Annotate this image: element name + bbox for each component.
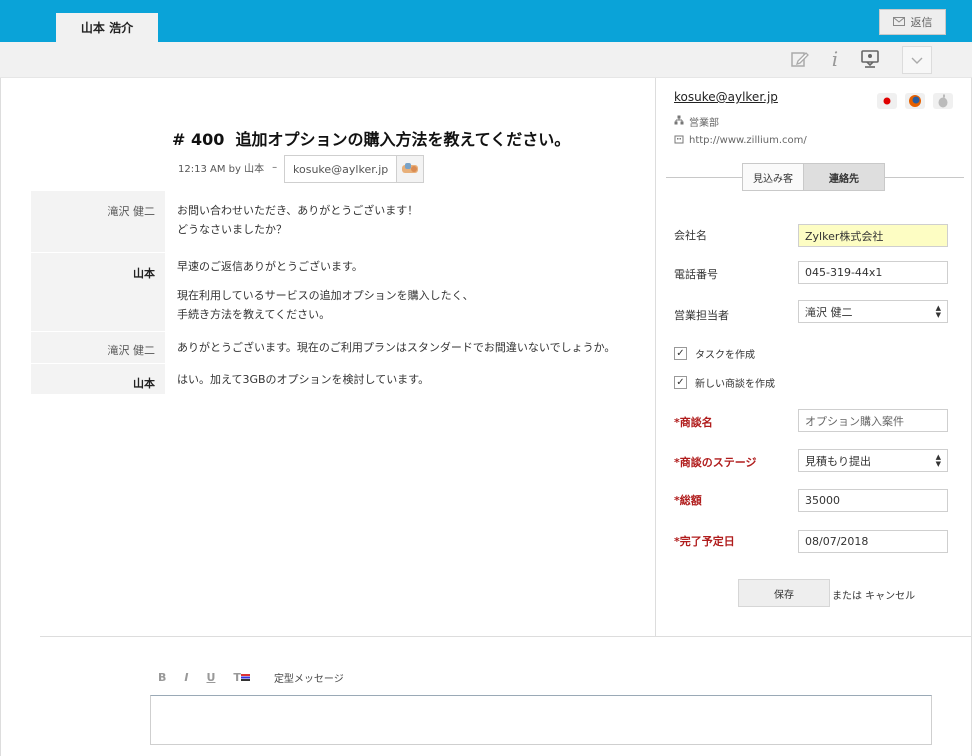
vertical-divider: [655, 78, 656, 636]
italic-button[interactable]: I: [184, 671, 188, 684]
tab-label: 山本 浩介: [80, 21, 134, 35]
owner-value: 滝沢 健二: [805, 305, 853, 319]
reply-editor[interactable]: [150, 695, 932, 745]
bold-button[interactable]: B: [158, 671, 166, 684]
building-icon: [674, 134, 684, 147]
close-date-label: *完了予定日: [674, 535, 735, 548]
ticket-meta: 12:13 AM by 山本 –: [178, 160, 277, 175]
ticket-number: # 400: [172, 130, 225, 149]
checkbox-checked-icon[interactable]: ✓: [674, 347, 687, 360]
department: 営業部: [674, 114, 719, 129]
message-row: 滝沢 健二 お問い合わせいただき、ありがとうございます！ どうなさいましたか？: [31, 191, 651, 252]
apple-icon: [933, 93, 953, 109]
message-sender: 山本: [31, 364, 165, 394]
message-row: 滝沢 健二 ありがとうございます。現在のご利用プランはスタンダードでお間違いない…: [31, 332, 651, 363]
color-swatch-icon: [240, 671, 250, 684]
owner-label: 営業担当者: [674, 309, 729, 322]
reply-button[interactable]: 返信: [879, 9, 946, 35]
ticket-meta-text: 12:13 AM by 山本: [178, 164, 265, 175]
ticket-toolbar: i: [0, 42, 972, 78]
browser-icons: [877, 93, 953, 109]
message-line: 現在利用しているサービスの追加オプションを購入したく、: [177, 289, 474, 302]
message-row: 山本 早速のご返信ありがとうございます。 現在利用しているサービスの追加オプショ…: [31, 253, 651, 331]
website-url[interactable]: http://www.zillium.com/: [689, 135, 807, 146]
cancel-link[interactable]: または キャンセル: [832, 587, 915, 602]
phone-field[interactable]: 045-319-44x1: [798, 261, 948, 284]
create-deal-option[interactable]: ✓ 新しい商談を作成: [674, 375, 775, 390]
message-line-spacer: [177, 276, 474, 286]
message-line: どうなさいましたか？: [177, 223, 287, 236]
create-deal-label: 新しい商談を作成: [695, 379, 775, 390]
editor-toolbar: B I U T 定型メッセージ: [158, 670, 344, 685]
save-button[interactable]: 保存: [738, 579, 830, 607]
chevron-down-icon: [911, 53, 923, 67]
message-row: 山本 はい。加えて3GBのオプションを検討しています。: [31, 364, 651, 394]
handshake-icon: [397, 156, 424, 182]
tab-contact[interactable]: 山本 浩介: [56, 13, 158, 42]
requester-email: kosuke@aylker.jp: [285, 156, 398, 182]
message-sender: 滝沢 健二: [31, 332, 165, 363]
requester-email-chip[interactable]: kosuke@aylker.jp: [284, 155, 425, 183]
message-line: ありがとうございます。現在のご利用プランはスタンダードでお間違いないでしょうか。: [177, 341, 616, 354]
tab-contact-segment[interactable]: 連絡先: [803, 163, 885, 191]
firefox-icon: [905, 93, 925, 109]
ticket-title: # 400 追加オプションの購入方法を教えてください。: [172, 126, 570, 150]
template-message-button[interactable]: 定型メッセージ: [274, 670, 344, 685]
chat-icon[interactable]: [859, 48, 881, 70]
deal-stage-select[interactable]: 見積もり提出 ▲ ▼: [798, 449, 948, 472]
info-icon[interactable]: i: [824, 47, 846, 71]
message-line: お問い合わせいただき、ありがとうございます！: [177, 204, 419, 217]
deal-name-field[interactable]: オプション購入案件: [798, 409, 948, 432]
reply-label: 返信: [910, 16, 933, 29]
message-body: お問い合わせいただき、ありがとうございます！ どうなさいましたか？: [177, 201, 418, 239]
org-chart-icon: [674, 115, 684, 128]
deal-name-label: *商談名: [674, 416, 713, 429]
phone-label: 電話番号: [674, 268, 718, 281]
deal-stage-label: *商談のステージ: [674, 456, 757, 469]
message-body: ありがとうございます。現在のご利用プランはスタンダードでお間違いないでしょうか。: [177, 338, 615, 357]
mail-icon: [892, 16, 905, 29]
amount-label: *総額: [674, 494, 702, 507]
website: http://www.zillium.com/: [674, 134, 807, 147]
text-color-label: T: [233, 671, 241, 684]
top-bar: 山本 浩介 返信: [0, 0, 972, 42]
edit-icon[interactable]: [789, 48, 811, 70]
message-body: 早速のご返信ありがとうございます。 現在利用しているサービスの追加オプションを購…: [177, 257, 474, 324]
select-arrows-icon: ▲ ▼: [935, 304, 941, 319]
checkbox-checked-icon[interactable]: ✓: [674, 376, 687, 389]
company-field[interactable]: Zylker株式会社: [798, 224, 948, 247]
more-dropdown[interactable]: [902, 46, 932, 74]
horizontal-divider: [40, 636, 972, 637]
close-date-field[interactable]: 08/07/2018: [798, 530, 948, 553]
create-task-label: タスクを作成: [695, 350, 755, 361]
message-body: はい。加えて3GBのオプションを検討しています。: [177, 370, 429, 389]
contact-email[interactable]: kosuke@aylker.jp: [674, 90, 778, 104]
message-sender: 滝沢 健二: [31, 191, 165, 252]
department-label: 営業部: [689, 118, 719, 129]
tab-prospect[interactable]: 見込み客: [742, 163, 804, 191]
message-sender: 山本: [31, 253, 165, 331]
message-line: 手続き方法を教えてください。: [177, 308, 331, 321]
select-arrows-icon: ▲ ▼: [935, 453, 941, 468]
create-task-option[interactable]: ✓ タスクを作成: [674, 346, 755, 361]
ticket-subject: 追加オプションの購入方法を教えてください。: [235, 130, 571, 149]
japan-flag-icon: [877, 93, 897, 109]
deal-stage-value: 見積もり提出: [805, 454, 871, 468]
meta-separator: –: [272, 162, 278, 173]
message-line: はい。加えて3GBのオプションを検討しています。: [177, 373, 430, 386]
company-label: 会社名: [674, 229, 707, 242]
amount-field[interactable]: 35000: [798, 489, 948, 512]
message-line: 早速のご返信ありがとうございます。: [177, 260, 363, 273]
owner-select[interactable]: 滝沢 健二 ▲ ▼: [798, 300, 948, 323]
text-color-button[interactable]: T: [233, 671, 250, 684]
underline-button[interactable]: U: [206, 671, 215, 684]
